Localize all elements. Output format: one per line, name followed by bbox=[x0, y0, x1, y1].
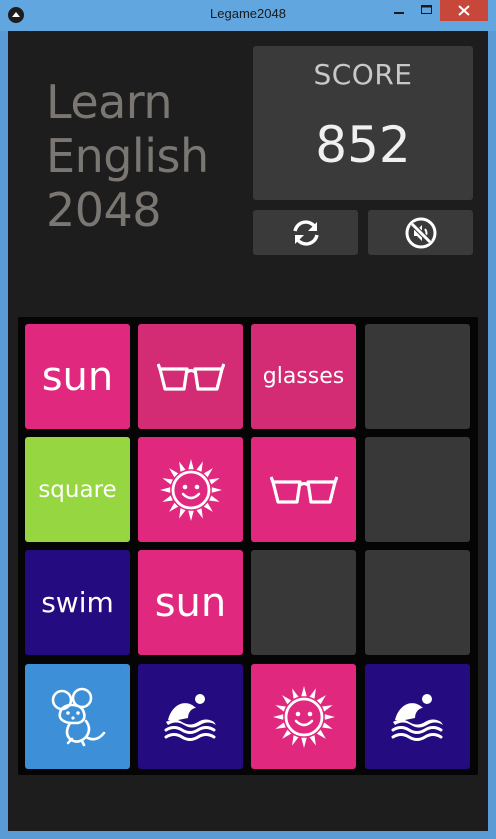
tile-word: sun bbox=[41, 353, 114, 400]
sun-icon bbox=[272, 685, 336, 749]
glasses-icon bbox=[156, 359, 225, 395]
tile-word: swim bbox=[41, 586, 114, 619]
picture-tile bbox=[365, 664, 470, 769]
restart-button[interactable] bbox=[253, 210, 358, 255]
sun-icon bbox=[159, 458, 223, 522]
swimmer-icon bbox=[389, 692, 447, 742]
word-tile: sun bbox=[138, 550, 243, 655]
close-button[interactable] bbox=[440, 0, 488, 21]
title-bar[interactable]: Legame2048 bbox=[0, 0, 496, 31]
tile-word: sun bbox=[154, 579, 227, 626]
score-panel: SCORE 852 bbox=[253, 46, 473, 200]
empty-tile bbox=[251, 550, 356, 655]
score-value: 852 bbox=[315, 116, 411, 174]
word-tile: square bbox=[25, 437, 130, 542]
tile-word: glasses bbox=[262, 364, 345, 389]
tile-word: square bbox=[38, 476, 117, 503]
picture-tile bbox=[25, 664, 130, 769]
app-window: Legame2048 Learn English 2048 SCORE 852 bbox=[0, 0, 496, 839]
game-area: Learn English 2048 SCORE 852 sun glasses… bbox=[8, 31, 488, 831]
glasses-icon bbox=[269, 472, 338, 508]
word-tile: sun bbox=[25, 324, 130, 429]
mouse-icon bbox=[48, 687, 108, 747]
refresh-icon bbox=[293, 220, 319, 246]
word-tile: glasses bbox=[251, 324, 356, 429]
maximize-icon bbox=[421, 5, 432, 14]
picture-tile bbox=[138, 664, 243, 769]
game-title-line: Learn bbox=[46, 75, 173, 129]
close-icon bbox=[458, 5, 470, 16]
minimize-icon bbox=[394, 12, 404, 14]
game-title-line: English bbox=[46, 129, 209, 183]
swimmer-icon bbox=[162, 692, 220, 742]
picture-tile bbox=[251, 664, 356, 769]
empty-tile bbox=[365, 550, 470, 655]
sound-toggle-button[interactable] bbox=[368, 210, 473, 255]
empty-tile bbox=[365, 437, 470, 542]
picture-tile bbox=[138, 437, 243, 542]
word-tile: swim bbox=[25, 550, 130, 655]
game-title-line: 2048 bbox=[46, 183, 162, 237]
picture-tile bbox=[251, 437, 356, 542]
picture-tile bbox=[138, 324, 243, 429]
score-label: SCORE bbox=[313, 58, 413, 91]
sound-off-icon bbox=[405, 217, 437, 249]
game-board[interactable]: sun glasses square swim sun bbox=[18, 317, 478, 775]
maximize-button[interactable] bbox=[413, 0, 440, 21]
minimize-button[interactable] bbox=[385, 0, 413, 21]
game-title: Learn English 2048 bbox=[46, 75, 209, 237]
empty-tile bbox=[365, 324, 470, 429]
